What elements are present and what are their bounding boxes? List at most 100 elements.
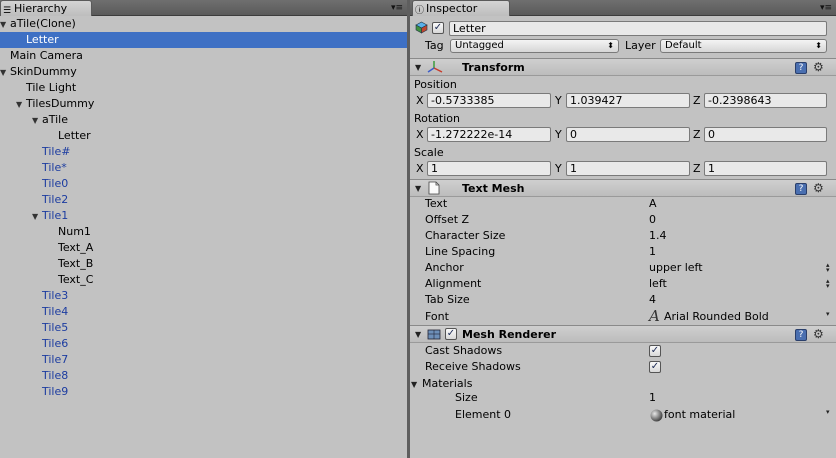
foldout-triangle-icon[interactable]: ▼ <box>16 97 26 113</box>
rotation-x-field[interactable]: -1.272222e-14 <box>427 127 551 142</box>
tag-dropdown[interactable]: Untagged ⬍ <box>450 39 619 53</box>
hierarchy-row[interactable]: Main Camera <box>0 48 407 64</box>
foldout-triangle-icon[interactable]: ▼ <box>0 17 10 33</box>
updown-arrows-icon[interactable]: ▴ ▾ <box>826 262 830 274</box>
hierarchy-row[interactable]: ▼ aTile <box>0 112 407 128</box>
scale-x-field[interactable]: 1 <box>427 161 551 176</box>
inspector-tab-menu-icon[interactable]: ▾≡ <box>820 3 832 13</box>
hierarchy-row-label: Tile7 <box>42 353 69 366</box>
font-value[interactable]: Arial Rounded Bold <box>664 310 769 324</box>
foldout-triangle-icon[interactable]: ▼ <box>415 63 421 72</box>
mesh-renderer-title: Mesh Renderer <box>462 328 557 341</box>
text-mesh-prop-value[interactable]: A <box>649 197 657 211</box>
updown-arrows-icon: ⬍ <box>815 41 822 50</box>
text-mesh-prop-value[interactable]: left <box>649 277 667 291</box>
text-mesh-prop-label: Anchor <box>425 261 464 274</box>
materials-size-value[interactable]: 1 <box>649 391 656 405</box>
hierarchy-tab[interactable]: ☰ Hierarchy <box>0 0 92 16</box>
hierarchy-row-label: Tile8 <box>42 369 69 382</box>
object-active-checkbox[interactable]: ✓ <box>432 22 444 34</box>
gameobject-cube-icon <box>415 21 428 37</box>
foldout-triangle-icon[interactable]: ▼ <box>415 330 421 339</box>
position-y-field[interactable]: 1.039427 <box>566 93 690 108</box>
hierarchy-row[interactable]: ▼ aTile(Clone) <box>0 16 407 32</box>
layer-dropdown[interactable]: Default ⬍ <box>660 39 827 53</box>
rotation-y-field[interactable]: 0 <box>566 127 690 142</box>
text-mesh-prop-value[interactable]: upper left <box>649 261 703 275</box>
foldout-triangle-icon[interactable]: ▼ <box>415 184 421 193</box>
hierarchy-row[interactable]: Tile3 <box>0 288 407 304</box>
hierarchy-row-label: Main Camera <box>10 49 83 62</box>
materials-foldout-triangle-icon[interactable]: ▼ <box>411 380 417 389</box>
hierarchy-row[interactable]: Tile7 <box>0 352 407 368</box>
gear-icon[interactable]: ⚙ <box>813 182 824 194</box>
hierarchy-row[interactable]: Tile4 <box>0 304 407 320</box>
hierarchy-row[interactable]: Letter <box>0 32 407 48</box>
info-icon: ⓘ <box>415 6 425 16</box>
help-book-icon[interactable]: ? <box>795 183 807 195</box>
hierarchy-row-label: TilesDummy <box>26 97 95 110</box>
inspector-panel: ⓘ Inspector ▾≡ ✓ Letter Tag Untagged ⬍ L… <box>410 0 836 458</box>
text-mesh-prop-value[interactable]: 1 <box>649 245 656 259</box>
inspector-tab-label: Inspector <box>426 2 478 15</box>
hierarchy-tab-menu-icon[interactable]: ▾≡ <box>391 3 403 13</box>
text-mesh-prop-value[interactable]: 1.4 <box>649 229 667 243</box>
hierarchy-row-label: Text_C <box>58 273 94 286</box>
text-mesh-title: Text Mesh <box>462 182 525 195</box>
hierarchy-row[interactable]: ▼ Tile1 <box>0 208 407 224</box>
scale-z-axis-label: Z <box>693 162 701 175</box>
object-name-field[interactable]: Letter <box>449 21 827 36</box>
dropdown-arrow-icon[interactable]: ▾ <box>826 311 830 318</box>
foldout-triangle-icon[interactable]: ▼ <box>0 65 10 81</box>
hierarchy-row[interactable]: Tile# <box>0 144 407 160</box>
foldout-triangle-icon[interactable]: ▼ <box>32 113 42 129</box>
text-mesh-prop-value[interactable]: 4 <box>649 293 656 307</box>
position-z-axis-label: Z <box>693 94 701 107</box>
position-x-field[interactable]: -0.5733385 <box>427 93 551 108</box>
updown-arrows-icon[interactable]: ▴ ▾ <box>826 278 830 290</box>
inspector-tab[interactable]: ⓘ Inspector <box>412 0 510 16</box>
scale-label: Scale <box>414 146 444 159</box>
updown-arrows-icon: ⬍ <box>607 41 614 50</box>
gear-icon[interactable]: ⚙ <box>813 328 824 340</box>
materials-label[interactable]: Materials <box>422 377 472 391</box>
hierarchy-row[interactable]: Tile Light <box>0 80 407 96</box>
help-book-icon[interactable]: ? <box>795 329 807 341</box>
hierarchy-row[interactable]: Tile6 <box>0 336 407 352</box>
position-z-field[interactable]: -0.2398643 <box>704 93 827 108</box>
rotation-label: Rotation <box>414 112 461 125</box>
layer-label: Layer <box>625 39 656 52</box>
hierarchy-row[interactable]: Tile2 <box>0 192 407 208</box>
cast-shadows-checkbox[interactable]: ✓ <box>649 345 661 357</box>
help-book-icon[interactable]: ? <box>795 62 807 74</box>
text-mesh-prop-value[interactable]: 0 <box>649 213 656 227</box>
mesh-renderer-enabled-checkbox[interactable]: ✓ <box>445 328 457 340</box>
mesh-renderer-icon <box>427 328 441 343</box>
tag-dropdown-value: Untagged <box>455 40 504 51</box>
hierarchy-row[interactable]: ▼ TilesDummy <box>0 96 407 112</box>
gear-icon[interactable]: ⚙ <box>813 61 824 73</box>
hierarchy-row[interactable]: Text_A <box>0 240 407 256</box>
mesh-renderer-header[interactable]: ▼ ✓ Mesh Renderer ? ⚙ <box>410 325 836 343</box>
foldout-triangle-icon[interactable]: ▼ <box>32 209 42 225</box>
cast-shadows-label: Cast Shadows <box>425 344 503 357</box>
hierarchy-row[interactable]: Tile* <box>0 160 407 176</box>
hierarchy-row[interactable]: Text_C <box>0 272 407 288</box>
hierarchy-row[interactable]: ▼ SkinDummy <box>0 64 407 80</box>
transform-header[interactable]: ▼ Transform ? ⚙ <box>410 58 836 76</box>
receive-shadows-checkbox[interactable]: ✓ <box>649 361 661 373</box>
scale-z-field[interactable]: 1 <box>704 161 827 176</box>
element0-value[interactable]: font material <box>664 408 735 422</box>
scale-y-field[interactable]: 1 <box>566 161 690 176</box>
hierarchy-row[interactable]: Tile5 <box>0 320 407 336</box>
hierarchy-row[interactable]: Tile0 <box>0 176 407 192</box>
hierarchy-row[interactable]: Text_B <box>0 256 407 272</box>
hierarchy-row[interactable]: Letter <box>0 128 407 144</box>
rotation-z-field[interactable]: 0 <box>704 127 827 142</box>
inspector-tabbar: ⓘ Inspector ▾≡ <box>410 0 836 16</box>
dropdown-arrow-icon[interactable]: ▾ <box>826 409 830 416</box>
hierarchy-row[interactable]: Tile9 <box>0 384 407 400</box>
text-mesh-header[interactable]: ▼ Text Mesh ? ⚙ <box>410 179 836 197</box>
hierarchy-row[interactable]: Tile8 <box>0 368 407 384</box>
hierarchy-row[interactable]: Num1 <box>0 224 407 240</box>
